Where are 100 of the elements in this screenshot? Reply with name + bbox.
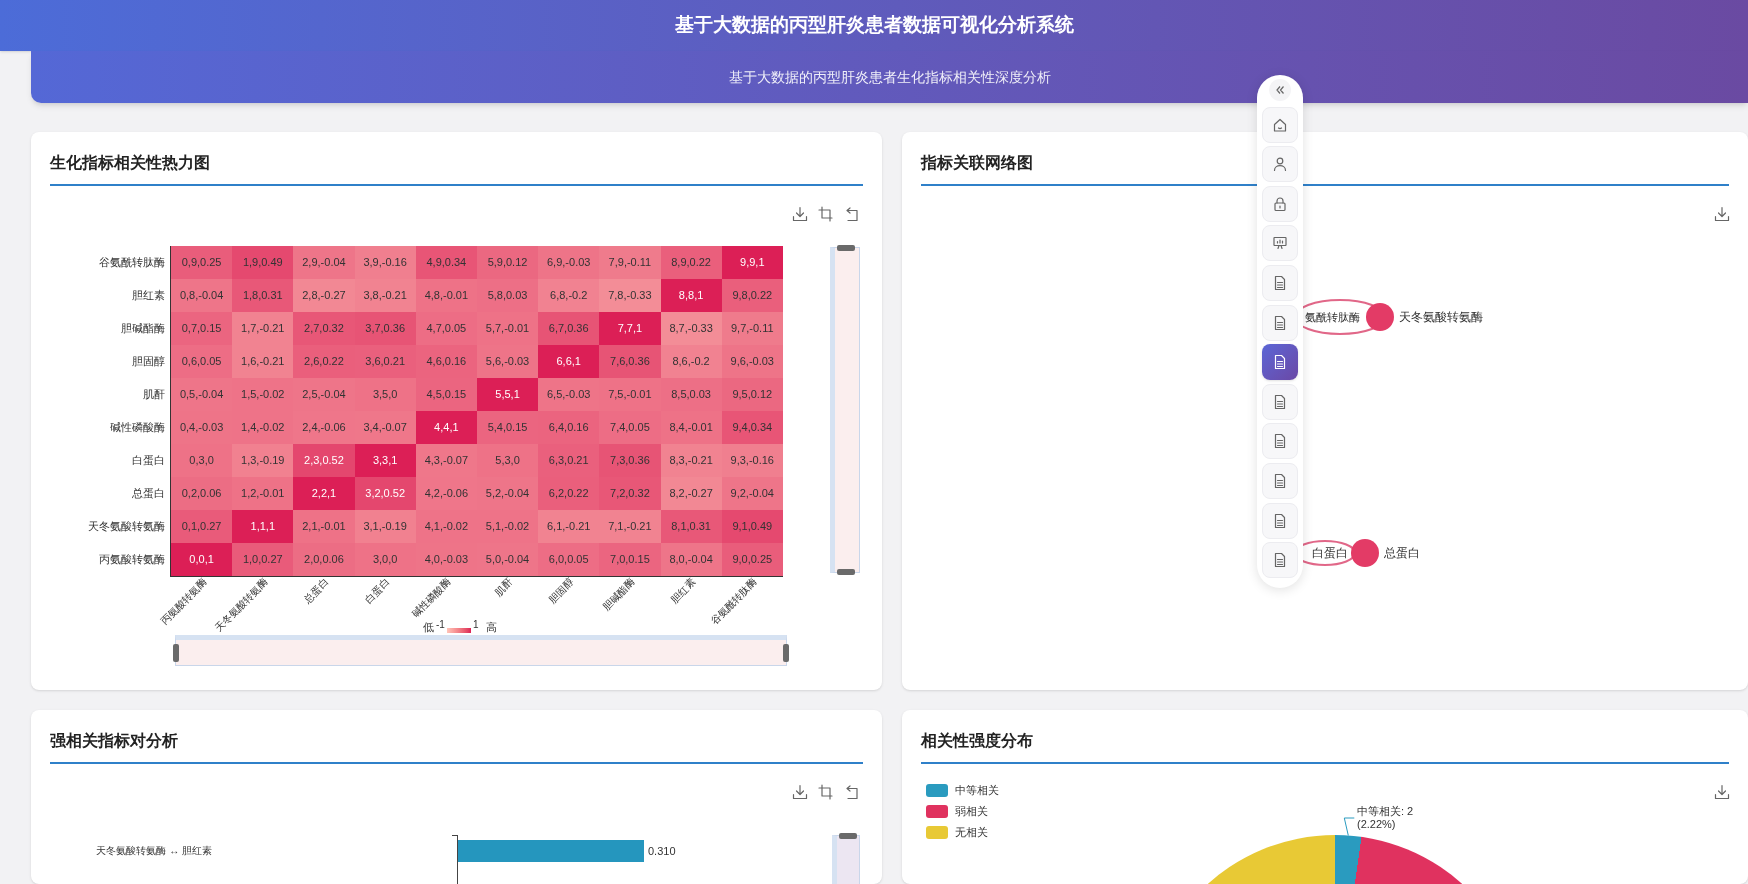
heatmap-cell: 7,5,-0.01	[599, 378, 661, 411]
heatmap-cell: 2,2,1	[293, 477, 355, 510]
heatmap-cell: 1,5,-0.02	[232, 378, 294, 411]
nav-button[interactable]	[1262, 462, 1298, 499]
heatmap-cell: 6,4,0.16	[538, 411, 600, 444]
heatmap-cell: 4,1,-0.02	[415, 510, 477, 543]
document-icon	[1272, 314, 1288, 331]
heatmap-cell: 8,6,-0.2	[660, 345, 722, 378]
legend-min: -1	[436, 619, 445, 630]
heatmap-cell: 8,1,0.31	[660, 510, 722, 543]
undo-icon[interactable]	[844, 206, 860, 222]
crop-icon[interactable]	[818, 784, 834, 800]
heatmap-cell: 6,9,-0.03	[538, 246, 600, 279]
card-title: 生化指标相关性热力图	[50, 153, 210, 173]
nav-button[interactable]	[1262, 542, 1298, 579]
heatmap-cell: 7,6,0.36	[599, 345, 661, 378]
nav-button[interactable]	[1262, 225, 1298, 262]
heatmap-cell: 1,2,-0.01	[232, 477, 294, 510]
heatmap-cell: 0,6,0.05	[171, 345, 233, 378]
legend-swatch[interactable]	[926, 825, 948, 839]
axis-label: 丙氨酸转氨酶	[99, 552, 165, 568]
app-title: 基于大数据的丙型肝炎患者数据可视化分析系统	[674, 13, 1074, 38]
nav-button[interactable]	[1262, 185, 1298, 222]
heatmap-cell: 6,7,0.36	[538, 312, 600, 345]
nav-button[interactable]	[1262, 304, 1298, 341]
crop-icon[interactable]	[818, 206, 834, 222]
legend-swatch[interactable]	[926, 783, 948, 797]
heatmap-cell: 6,3,0.21	[538, 444, 600, 477]
heatmap-cell: 3,1,-0.19	[354, 510, 416, 543]
heatmap-cell: 5,6,-0.03	[476, 345, 539, 378]
heatmap-cell: 1,8,0.31	[232, 279, 294, 312]
user-icon	[1272, 156, 1288, 173]
axis-label: 谷氨酰转肽酶	[708, 576, 760, 627]
heatmap-cell: 3,4,-0.07	[354, 411, 416, 444]
document-icon	[1272, 354, 1288, 371]
undo-icon[interactable]	[844, 784, 860, 800]
slider-handle[interactable]	[837, 245, 855, 251]
heatmap-cell: 0,2,0.06	[171, 477, 233, 510]
document-icon	[1272, 472, 1288, 489]
heatmap-cell: 8,7,-0.33	[660, 312, 722, 345]
nav-button[interactable]	[1262, 106, 1298, 143]
heatmap-cell: 9,3,-0.16	[721, 444, 783, 477]
card-title: 指标关联网络图	[921, 153, 1033, 173]
nav-button[interactable]	[1262, 146, 1298, 183]
heatmap-cell: 3,8,-0.21	[354, 279, 416, 312]
document-icon	[1272, 393, 1288, 410]
heatmap-cell: 9,1,0.49	[721, 510, 783, 543]
heatmap-cell: 5,2,-0.04	[476, 477, 539, 510]
nav-button[interactable]	[1262, 502, 1298, 539]
download-icon[interactable]	[792, 206, 808, 222]
bar-label: 天冬氨酸转氨酶 ↔ 胆红素	[95, 844, 212, 858]
nav-button[interactable]	[1262, 264, 1298, 301]
heatmap-cell: 5,4,0.15	[476, 411, 539, 444]
heatmap-cell: 5,1,-0.02	[476, 510, 539, 543]
axis-label: 白蛋白	[362, 576, 392, 605]
heatmap-cell: 4,4,1	[415, 411, 477, 444]
download-icon[interactable]	[792, 784, 808, 800]
heatmap-cell: 1,7,-0.21	[232, 312, 294, 345]
heatmap-cell: 8,0,-0.04	[660, 543, 722, 576]
download-icon[interactable]	[1714, 784, 1730, 800]
nav-button[interactable]	[1262, 383, 1298, 420]
graph-node[interactable]	[1351, 539, 1379, 567]
heatmap-cell: 9,5,0.12	[721, 378, 783, 411]
document-icon	[1272, 433, 1288, 450]
slider-handle[interactable]	[173, 644, 179, 662]
heatmap-cell: 0,3,0	[171, 444, 233, 477]
graph-node[interactable]	[1366, 303, 1394, 331]
slider-handle[interactable]	[783, 644, 789, 662]
heatmap-cell: 3,0,0	[354, 543, 416, 576]
heatmap-cell: 3,2,0.52	[354, 477, 416, 510]
nav-button[interactable]	[1262, 344, 1298, 381]
slider-handle[interactable]	[839, 833, 857, 839]
heatmap-cell: 0,0,1	[171, 543, 233, 576]
legend-label[interactable]: 中等相关	[955, 781, 999, 799]
node-label: 氨酰转肽酶	[1305, 311, 1360, 323]
heatmap-cell: 2,6,0.22	[293, 345, 355, 378]
collapse-button[interactable]	[1269, 79, 1291, 101]
heatmap-cell: 8,4,-0.01	[660, 411, 722, 444]
heatmap-cell: 8,3,-0.21	[660, 444, 722, 477]
heatmap-cell: 6,8,-0.2	[538, 279, 600, 312]
axis-label: 胆碱酯酶	[600, 576, 637, 613]
slider-handle[interactable]	[837, 569, 855, 575]
heatmap-cell: 2,7,0.32	[293, 312, 355, 345]
axis-label: 天冬氨酸转氨酶	[212, 576, 270, 634]
legend-label[interactable]: 弱相关	[955, 802, 988, 820]
heatmap-cell: 4,6,0.16	[415, 345, 477, 378]
legend-swatch[interactable]	[926, 804, 948, 818]
axis-label: 胆固醇	[546, 576, 576, 605]
axis-label: 天冬氨酸转氨酶	[88, 519, 165, 535]
legend-label[interactable]: 无相关	[955, 823, 988, 841]
download-icon[interactable]	[1714, 206, 1730, 222]
heatmap-cell: 0,1,0.27	[171, 510, 233, 543]
legend-gradient-bar[interactable]	[446, 627, 471, 633]
heatmap-cell: 8,8,1	[660, 279, 722, 312]
axis-label: 丙氨酸转氨酶	[158, 576, 209, 627]
nav-button[interactable]	[1262, 423, 1298, 460]
axis-label: 肌酐	[492, 576, 515, 598]
heatmap-cell: 4,3,-0.07	[415, 444, 477, 477]
heatmap-cell: 0,8,-0.04	[171, 279, 233, 312]
legend-max: 1	[472, 619, 479, 630]
